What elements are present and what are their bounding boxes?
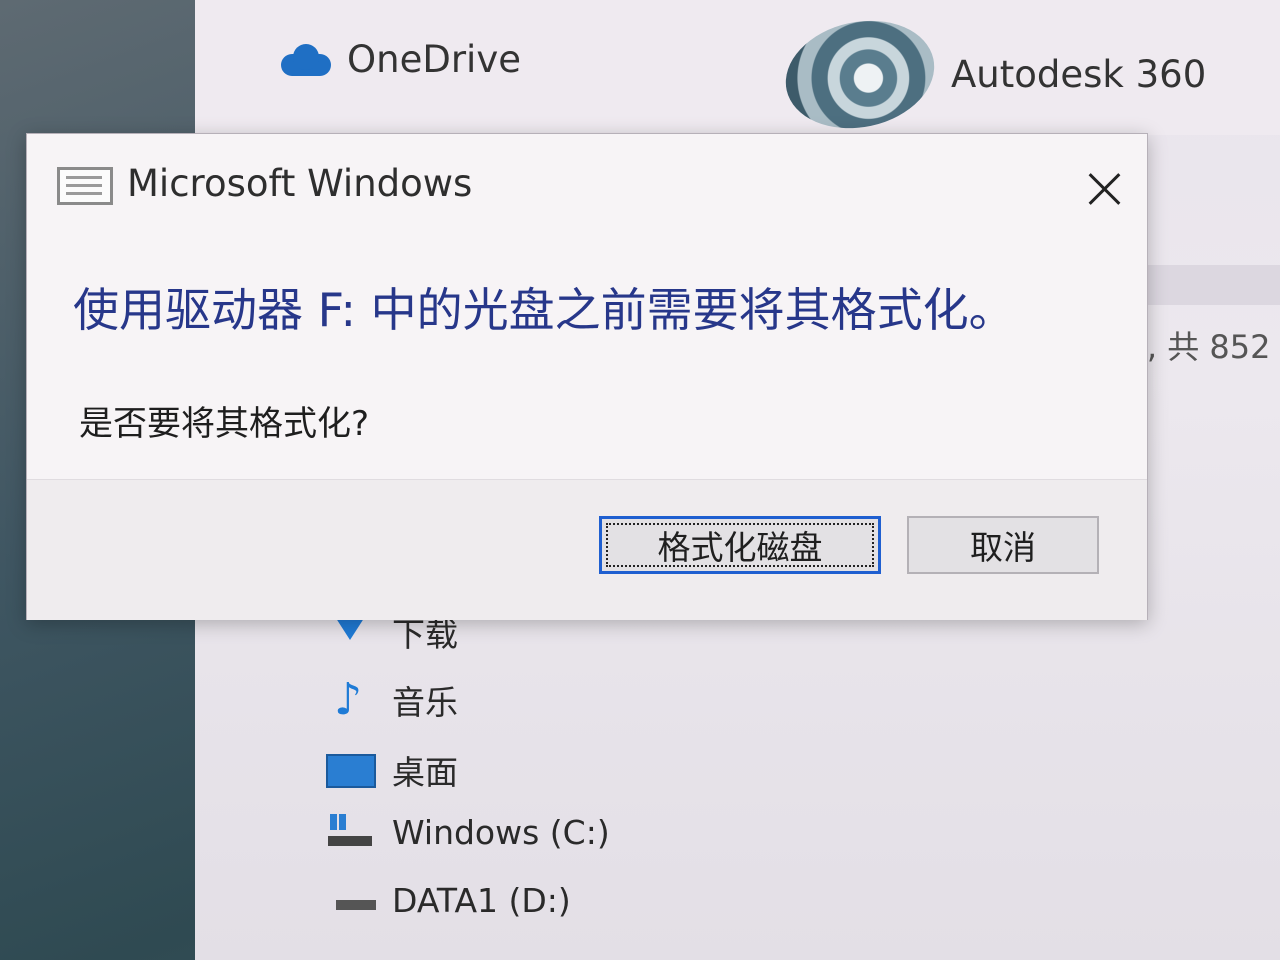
- onedrive-cloud-icon: [275, 43, 331, 76]
- cancel-button[interactable]: 取消: [907, 516, 1099, 574]
- nav-item-drive-d[interactable]: DATA1 (D:): [322, 880, 571, 920]
- nav-item-label: DATA1 (D:): [392, 880, 571, 920]
- onedrive-item[interactable]: OneDrive: [275, 38, 521, 81]
- autodesk-360-logo-icon: [775, 7, 945, 142]
- nav-item-desktop[interactable]: 桌面: [322, 746, 458, 794]
- desktop-icon: [322, 750, 376, 790]
- autodesk-360-label: Autodesk 360: [951, 53, 1207, 96]
- dialog-titlebar[interactable]: Microsoft Windows: [27, 134, 1147, 244]
- close-icon[interactable]: [1079, 164, 1129, 214]
- music-note-icon: ♪: [333, 674, 363, 725]
- format-disk-dialog: Microsoft Windows 使用驱动器 F: 中的光盘之前需要将其格式化…: [26, 133, 1148, 620]
- autodesk-360-item[interactable]: Autodesk 360: [775, 7, 1207, 142]
- dialog-main-message: 使用驱动器 F: 中的光盘之前需要将其格式化。: [73, 283, 1015, 337]
- dialog-button-bar: 格式化磁盘 取消: [27, 479, 1147, 620]
- nav-item-label: 桌面: [392, 753, 458, 792]
- nav-item-label: Windows (C:): [392, 812, 610, 852]
- drive-icon: [322, 880, 376, 920]
- dialog-title: Microsoft Windows: [127, 162, 473, 205]
- background-toolbar-strip: [1140, 265, 1280, 305]
- windows-drive-icon: [322, 812, 374, 852]
- dialog-question: 是否要将其格式化?: [79, 404, 370, 444]
- nav-item-drive-c[interactable]: Windows (C:): [322, 812, 610, 852]
- format-disk-button[interactable]: 格式化磁盘: [599, 516, 881, 574]
- nav-item-music[interactable]: ♪ 音乐: [322, 676, 458, 724]
- nav-item-label: 音乐: [392, 683, 458, 722]
- onedrive-label: OneDrive: [347, 38, 521, 81]
- status-text-fragment: l, 共 852: [1138, 328, 1271, 366]
- app-window-icon: [57, 167, 113, 205]
